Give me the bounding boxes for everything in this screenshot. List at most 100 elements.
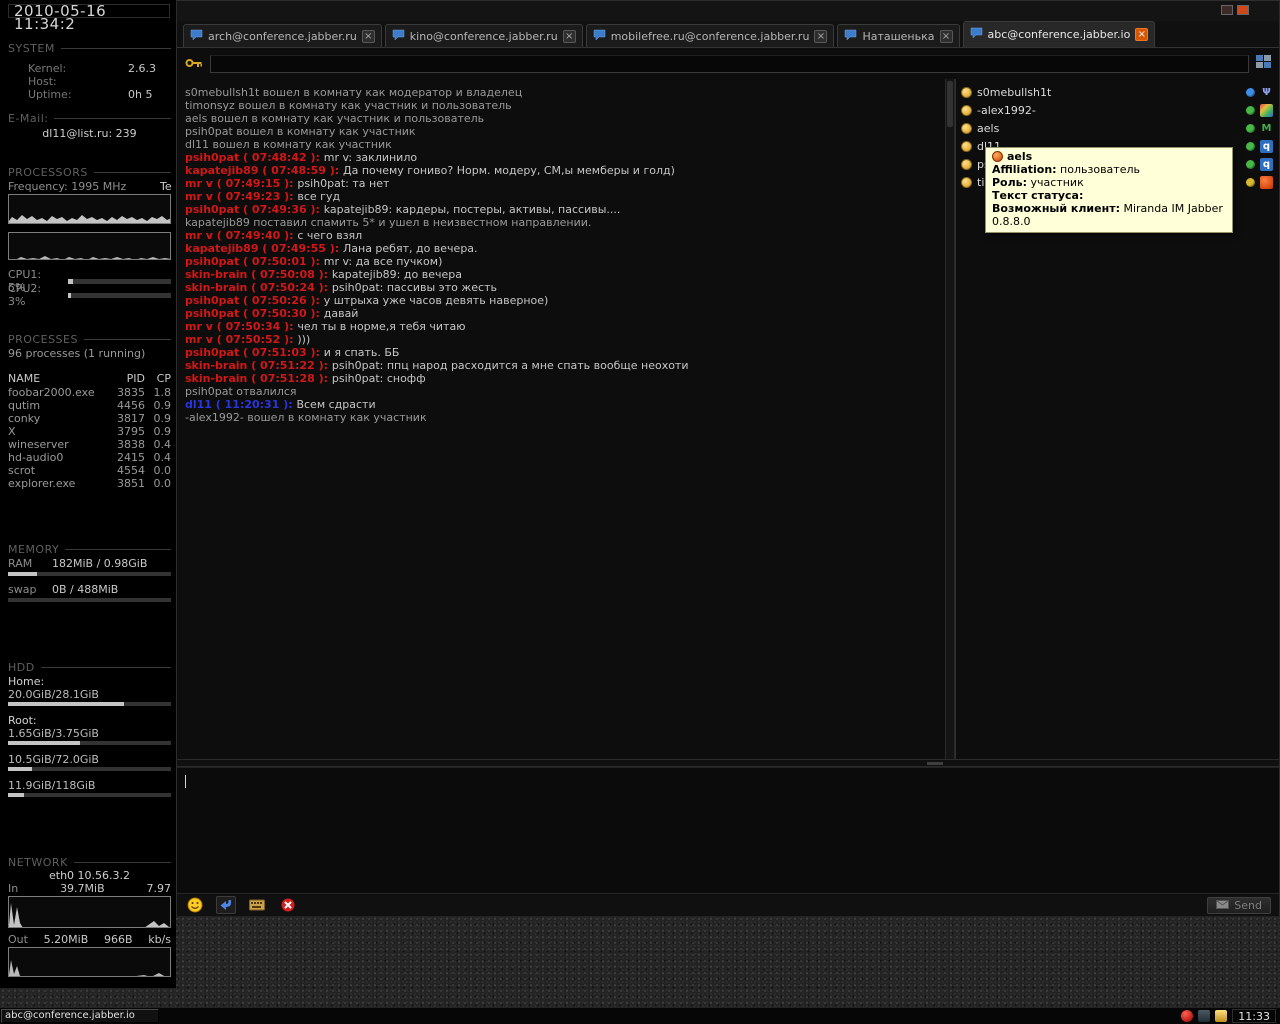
chat-message: kapatejib89 поставил спамить 5* и ушел в… (185, 216, 937, 229)
tray-device-icon[interactable] (1198, 1010, 1211, 1022)
status-icon (1246, 123, 1255, 133)
hdd-home-value: 20.0GiB/28.1GiB (8, 688, 99, 701)
client-icon (1260, 175, 1273, 189)
process-row: foobar2000.exe 3835 1.8 (8, 386, 171, 399)
chat-message: mr v ( 07:49:23 ): все гуд (185, 190, 937, 203)
chat-tab[interactable]: mobilefree.ru@conference.jabber.ru × (585, 24, 835, 47)
tab-bar: arch@conference.jabber.ru × kino@confere… (177, 21, 1279, 48)
roster-toggle-icon[interactable] (1256, 54, 1271, 73)
chat-message: kapatejib89 ( 07:49:55 ): Лана ребят, до… (185, 242, 937, 255)
process-name: hd-audio0 (8, 451, 64, 464)
chat-message: skin-brain ( 07:51:22 ): psih0pat: ппц н… (185, 359, 937, 372)
window-close-button[interactable] (1237, 5, 1249, 15)
message-text: kapatejib89: до вечера (331, 268, 462, 281)
conky-section-system: SYSTEM (8, 42, 171, 55)
chat-message: psih0pat ( 07:50:30 ): давай (185, 307, 937, 320)
message-sender: psih0pat ( 07:50:26 ): (185, 294, 324, 307)
emoticon-button[interactable] (185, 896, 205, 914)
message-text: Всем сдрасти (296, 398, 376, 411)
topic-input[interactable] (210, 54, 1249, 73)
message-text: все гуд (297, 190, 341, 203)
message-sender: mr v ( 07:50:34 ): (185, 320, 298, 333)
message-text: s0mebullsh1t вошел в комнату как модерат… (185, 86, 523, 99)
roster-item[interactable]: aels M (956, 119, 1279, 137)
input-splitter[interactable] (177, 759, 1279, 767)
conky-section-hdd: HDD (8, 661, 171, 674)
cpu2-graph (8, 232, 171, 260)
scrollbar-thumb[interactable] (947, 81, 953, 127)
hdd-disk3-bar (8, 767, 171, 771)
chat-tab[interactable]: abc@conference.jabber.io × (962, 21, 1156, 47)
hdd-root-bar (8, 741, 171, 745)
process-row: conky 3817 0.9 (8, 412, 171, 425)
tray-ladybug-icon[interactable] (1181, 1010, 1194, 1022)
tray-mail-icon[interactable] (1215, 1010, 1228, 1022)
process-summary: 96 processes (1 running) (8, 347, 146, 360)
chat-message: dl11 ( 11:20:31 ): Всем сдрасти (185, 398, 937, 411)
process-cpu: 1.8 (153, 386, 172, 399)
chat-log[interactable]: s0mebullsh1t вошел в комнату как модерат… (177, 79, 945, 759)
message-sender: mr v ( 07:49:23 ): (185, 190, 298, 203)
message-sender: skin-brain ( 07:51:28 ): (185, 372, 332, 385)
send-button[interactable]: Send (1207, 896, 1271, 914)
chat-message: s0mebullsh1t вошел в комнату как модерат… (185, 86, 937, 99)
tab-close-icon[interactable]: × (939, 29, 953, 43)
window-minimize-button[interactable] (1221, 5, 1233, 15)
user-avatar-icon (961, 176, 972, 188)
ram-label: RAM (8, 557, 33, 570)
keyboard-layout-button[interactable] (247, 896, 267, 914)
process-cpu: 0.0 (153, 477, 172, 490)
chat-message: psih0pat ( 07:49:36 ): kapatejib89: кард… (185, 203, 937, 216)
process-cpu: 0.9 (153, 425, 172, 438)
splitter-handle[interactable] (927, 762, 943, 765)
tab-label: kino@conference.jabber.ru (409, 29, 558, 43)
taskbar: abc@conference.jabber.io 11:33 (0, 1008, 1280, 1024)
message-text: mr v: заклинило (323, 151, 418, 164)
roster-item[interactable]: -alex1992- (956, 101, 1279, 119)
client-icon (1260, 103, 1273, 117)
process-row: hd-audio0 2415 0.4 (8, 451, 171, 464)
tab-close-icon[interactable]: × (814, 29, 828, 43)
message-text: у штрыха уже часов девять наверное) (323, 294, 549, 307)
tab-close-icon[interactable]: × (361, 29, 375, 43)
network-iface: eth0 10.56.3.2 (48, 869, 131, 882)
process-table-body: foobar2000.exe 3835 1.8 qutim 4456 0.9 conky 38… (8, 386, 171, 490)
message-text: ))) (297, 333, 311, 346)
conky-section-email: E-Mail: (8, 112, 171, 125)
tab-close-icon[interactable]: × (1135, 28, 1149, 41)
message-sender: skin-brain ( 07:50:08 ): (185, 268, 332, 281)
swap-bar (8, 598, 171, 602)
message-sender: skin-brain ( 07:51:22 ): (185, 359, 332, 372)
message-text: mr v: да все пучком) (323, 255, 443, 268)
chat-message: -alex1992- вошел в комнату как участник (185, 411, 937, 424)
quote-arrow-button[interactable] (216, 896, 236, 914)
chat-window: arch@conference.jabber.ru × kino@confere… (176, 0, 1280, 916)
message-text: давай (323, 307, 359, 320)
host-label: Host: (28, 75, 57, 88)
roster-item[interactable]: s0mebullsh1t Ψ (956, 83, 1279, 101)
chat-bubble-icon (970, 27, 983, 42)
window-titlebar[interactable] (177, 1, 1279, 21)
tooltip-affiliation-value: пользователь (1056, 163, 1140, 176)
chat-tab[interactable]: kino@conference.jabber.ru × (384, 24, 583, 47)
tab-label: Наташенька (862, 29, 935, 43)
chat-message: skin-brain ( 07:50:08 ): kapatejib89: до… (185, 268, 937, 281)
message-input[interactable] (177, 767, 1279, 893)
frequency-label: Frequency: 1995 MHz (8, 180, 127, 193)
conky-clock: 2010-05-16 11:34:2 (8, 4, 170, 32)
message-sender: dl11 ( 11:20:31 ): (185, 398, 297, 411)
user-avatar-icon (961, 140, 972, 152)
cpu2-label: CPU2: 3% (8, 282, 42, 308)
message-text: kapatejib89: кардеры, постеры, активы, п… (323, 203, 621, 216)
chat-tab[interactable]: arch@conference.jabber.ru × (183, 24, 382, 47)
status-icon (1246, 177, 1255, 187)
chat-tab[interactable]: Наташенька × (837, 24, 960, 47)
tooltip-affiliation-label: Affiliation: (992, 163, 1057, 176)
cpu1-graph (8, 194, 171, 224)
taskbar-window-button[interactable]: abc@conference.jabber.io (1, 1009, 159, 1023)
chat-scrollbar[interactable] (945, 79, 955, 759)
taskbar-clock: 11:33 (1232, 1009, 1276, 1023)
tab-close-icon[interactable]: × (562, 29, 576, 43)
message-text: psih0pat отвалился (185, 385, 297, 398)
clear-log-button[interactable] (278, 896, 298, 914)
